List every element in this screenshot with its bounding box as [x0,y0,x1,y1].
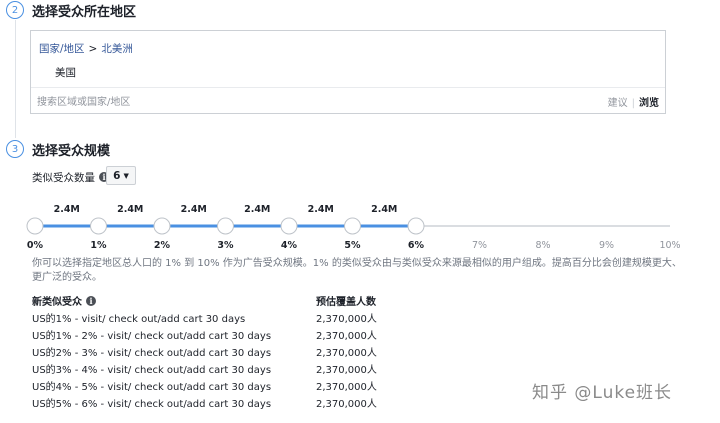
breadcrumb-separator: > [88,43,98,55]
table-row: US的1% - 2% - visit/ check out/add cart 3… [32,325,432,342]
action-separator: | [631,98,635,109]
step-connector [15,20,16,138]
audience-size-description: 你可以选择指定地区总人口的 1% 到 10% 作为广告受众规模。1% 的类似受众… [32,258,682,283]
estimated-reach: 2,370,000人 [316,365,377,376]
slider-handle[interactable] [280,217,298,235]
suggest-button[interactable]: 建议 [608,98,628,109]
slider-tick-label: 1% [90,240,107,251]
slider-tick-label: 2% [154,240,171,251]
step-3-badge: 3 [6,140,24,158]
table-body: US的1% - visit/ check out/add cart 30 day… [32,308,432,410]
watermark: 知乎 @Luke班长 [532,383,673,403]
audience-name: US的2% - 3% - visit/ check out/add cart 3… [32,348,272,359]
slider-handle[interactable] [407,217,425,235]
audience-name: US的1% - 2% - visit/ check out/add cart 3… [32,331,272,342]
audience-name: US的1% - visit/ check out/add cart 30 day… [32,314,246,325]
slider-tick-label: 8% [535,240,550,251]
estimated-reach: 2,370,000人 [316,348,377,359]
estimated-reach: 2,370,000人 [316,399,377,410]
segment-size-label: 2.4M [181,204,207,215]
slider-tick-label: 9% [599,240,614,251]
segment-size-label: 2.4M [244,204,270,215]
audience-size-slider[interactable]: 0% 1% 2% 3% 4% 5% 6% 7% 8% 9% 10% 2.4M 2.4M 2.4M 2.4M 2… [0,196,720,254]
table-header: 新类似受众 i 预估覆盖人数 [32,291,432,308]
header-audience-text: 新类似受众 [32,297,82,308]
table-row: US的4% - 5% - visit/ check out/add cart 3… [32,376,432,393]
breadcrumb-region-link[interactable]: 北美洲 [101,43,133,55]
chevron-down-icon: ▼ [123,171,129,180]
table-row: US的2% - 3% - visit/ check out/add cart 3… [32,342,432,359]
slider-handle[interactable] [344,217,361,235]
slider-tick-label: 4% [281,240,298,251]
slider-tick-label: 3% [217,240,234,251]
header-audience: 新类似受众 i [32,293,96,308]
step-2-title: 选择受众所在地区 [32,5,137,20]
estimated-reach: 2,370,000人 [316,382,377,393]
audience-count-label: 类似受众数量 i [32,170,109,185]
slider-handle[interactable] [26,217,44,235]
selected-location[interactable]: 美国 [55,65,76,80]
audience-count-value: 6 [113,169,121,182]
table-row: US的5% - 6% - visit/ check out/add cart 3… [32,393,432,410]
audience-count-select[interactable]: 6 ▼ [106,166,136,185]
slider-tick-label: 7% [472,240,487,251]
location-search-input[interactable] [37,93,597,111]
segment-size-label: 2.4M [308,204,334,215]
browse-button[interactable]: 浏览 [639,98,659,109]
slider-tick-label: 10% [659,240,680,251]
slider-tick-label: 0% [27,240,44,251]
location-panel: 国家/地区>北美洲 美国 建议| 浏览 [30,30,666,114]
audience-name: US的3% - 4% - visit/ check out/add cart 3… [32,365,272,376]
step-2-badge: 2 [6,1,24,19]
location-actions: 建议 | 浏览 [608,94,659,109]
slider-handle[interactable] [90,217,107,235]
estimated-reach: 2,370,000人 [316,331,377,342]
audience-name: US的4% - 5% - visit/ check out/add cart 3… [32,382,272,393]
step-3-title: 选择受众规模 [32,144,111,159]
segment-size-label: 2.4M [54,204,80,215]
header-reach: 预估覆盖人数 [316,297,376,308]
info-icon[interactable]: i [86,296,96,306]
audience-table: 新类似受众 i 预估覆盖人数 US的1% - visit/ check out/a… [32,291,432,410]
slider-tick-label: 5% [344,240,361,251]
estimated-reach: 2,370,000人 [316,314,377,325]
audience-count-text: 类似受众数量 [32,172,95,184]
table-row: US的3% - 4% - visit/ check out/add cart 3… [32,359,432,376]
table-row: US的1% - visit/ check out/add cart 30 day… [32,308,432,325]
divider [31,87,665,88]
slider-handle[interactable] [153,217,171,235]
breadcrumb: 国家/地区 > 北美洲 [39,41,133,56]
segment-size-label: 2.4M [371,204,397,215]
breadcrumb-country-link[interactable]: 国家/地区 [39,43,85,55]
slider-tick-label: 6% [408,240,425,251]
segment-size-label: 2.4M [117,204,143,215]
audience-name: US的5% - 6% - visit/ check out/add cart 3… [32,399,272,410]
slider-handle[interactable] [217,217,234,235]
